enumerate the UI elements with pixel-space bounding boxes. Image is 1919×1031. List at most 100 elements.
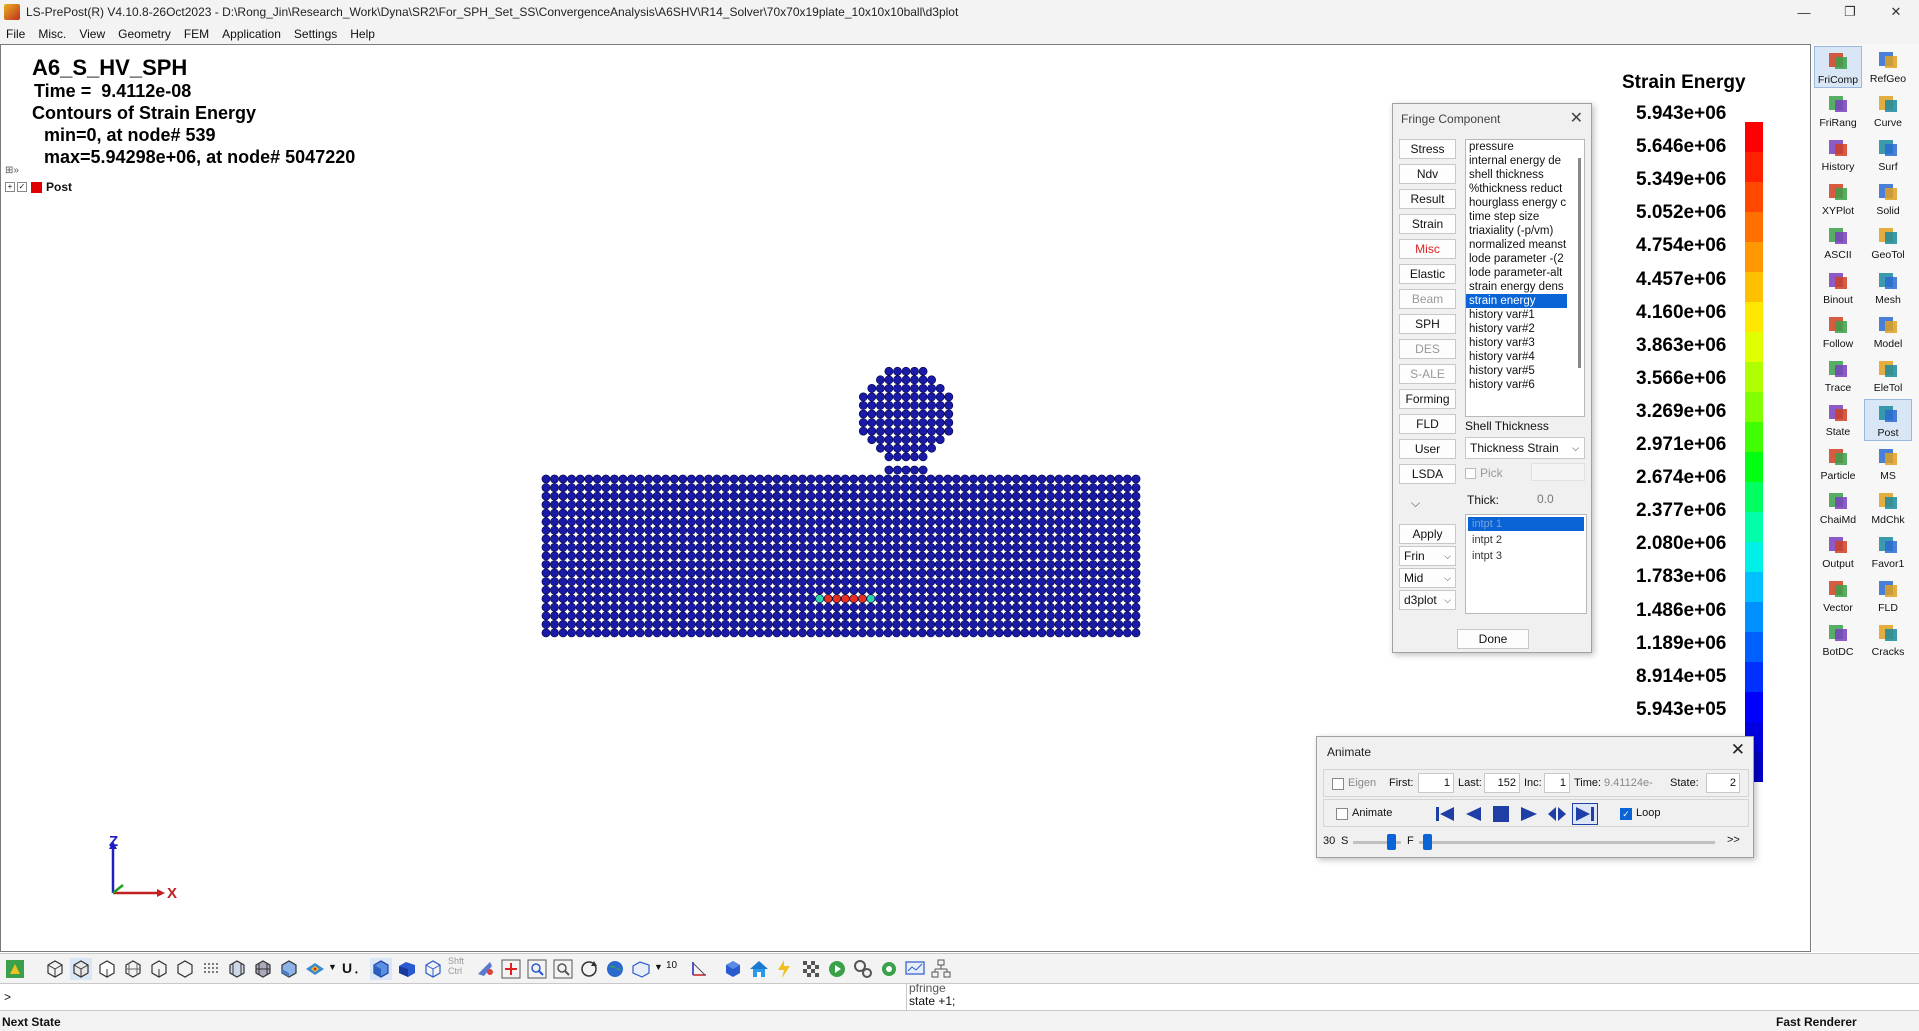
grid-cube-icon[interactable] [226, 958, 248, 980]
step-back-button[interactable] [1460, 803, 1486, 825]
maximize-button[interactable]: ❐ [1827, 0, 1873, 24]
toolbar-mdchk-button[interactable]: MdChk [1864, 487, 1912, 529]
fringe-category-forming-button[interactable]: Forming [1399, 389, 1456, 409]
view-dropdown-icon[interactable]: ▼ [654, 962, 663, 972]
hierarchy-icon[interactable] [930, 958, 952, 980]
last-frame-button[interactable] [1572, 803, 1598, 825]
play-button[interactable] [1516, 803, 1542, 825]
sphere-play-icon[interactable] [826, 958, 848, 980]
menu-geometry[interactable]: Geometry [118, 27, 171, 41]
layer-select[interactable]: Mid ⌵ [1399, 568, 1456, 588]
blue-cube-icon[interactable] [722, 958, 744, 980]
toolbar-output-button[interactable]: Output [1814, 531, 1862, 573]
speed-slider-thumb[interactable] [1387, 834, 1396, 850]
minimize-button[interactable]: — [1781, 0, 1827, 24]
fringe-list-item[interactable]: hourglass energy c [1466, 196, 1567, 210]
toolbar-curve-button[interactable]: Curve [1864, 90, 1912, 132]
toolbar-trace-button[interactable]: Trace [1814, 355, 1862, 397]
toolbar-ms-button[interactable]: MS [1864, 443, 1912, 485]
inc-input[interactable]: 1 [1544, 773, 1570, 793]
fringe-list-item[interactable]: history var#3 [1466, 336, 1567, 350]
fringe-list-item[interactable]: lode parameter -(2 [1466, 252, 1567, 266]
toolbar-mesh-button[interactable]: Mesh [1864, 267, 1912, 309]
bounce-button[interactable] [1544, 803, 1570, 825]
tree-checkbox-icon[interactable]: ✓ [17, 182, 27, 192]
shift-ctrl-indicator[interactable]: Shft Ctrl [448, 956, 464, 976]
home-icon[interactable] [748, 958, 770, 980]
menu-file[interactable]: File [6, 27, 25, 41]
hidden-line-cube-icon[interactable] [96, 958, 118, 980]
fringe-list-item[interactable]: pressure [1466, 140, 1567, 154]
tree-expand-box-icon[interactable]: + [5, 182, 15, 192]
green-gear-icon[interactable] [878, 958, 900, 980]
intpt-list[interactable]: intpt 1 intpt 2 intpt 3 [1465, 514, 1587, 614]
transparent-cube-icon[interactable] [422, 958, 444, 980]
expand-chevron-icon[interactable]: ⌵ [1411, 496, 1420, 511]
fringe-category-misc-button[interactable]: Misc [1399, 239, 1456, 259]
zoom-center-icon[interactable] [552, 958, 574, 980]
fringe-close-button[interactable]: ✕ [1570, 108, 1583, 128]
close-button[interactable]: ✕ [1873, 0, 1919, 24]
settings-gears-icon[interactable] [852, 958, 874, 980]
solid-grid-cube-icon[interactable] [252, 958, 274, 980]
state-input[interactable]: 2 [1706, 773, 1740, 793]
shaded-blue-cube-icon[interactable] [370, 958, 392, 980]
toolbar-frirang-button[interactable]: FriRang [1814, 90, 1862, 132]
toolbar-refgeo-button[interactable]: RefGeo [1864, 46, 1912, 88]
fringe-category-beam-button[interactable]: Beam [1399, 289, 1456, 309]
toolbar-particle-button[interactable]: Particle [1814, 443, 1862, 485]
eigen-checkbox[interactable] [1332, 778, 1344, 790]
menu-misc[interactable]: Misc. [38, 27, 66, 41]
fringe-list-item[interactable]: history var#5 [1466, 364, 1567, 378]
menu-fem[interactable]: FEM [184, 27, 209, 41]
point-cloud-icon[interactable] [200, 958, 222, 980]
toolbar-follow-button[interactable]: Follow [1814, 311, 1862, 353]
contour-map-icon[interactable] [304, 958, 326, 980]
fringe-list-item[interactable]: internal energy de [1466, 154, 1567, 168]
toolbar-solid-button[interactable]: Solid [1864, 178, 1912, 220]
intpt-item[interactable]: intpt 1 [1468, 517, 1584, 531]
fringe-cube-icon[interactable] [278, 958, 300, 980]
fringe-list-item[interactable]: lode parameter-alt [1466, 266, 1567, 280]
shaded-cube-icon[interactable] [70, 958, 92, 980]
fringe-list-item[interactable]: history var#6 [1466, 378, 1567, 392]
fringe-list-item[interactable]: normalized meanst [1466, 238, 1567, 252]
stop-button[interactable] [1488, 803, 1514, 825]
monitor-icon[interactable] [904, 958, 926, 980]
mesh-cube-icon[interactable] [122, 958, 144, 980]
fringe-component-list[interactable]: pressure internal energy de shell thicknes… [1465, 139, 1585, 417]
intpt-item[interactable]: intpt 2 [1468, 533, 1584, 547]
blue-box-icon[interactable] [396, 958, 418, 980]
pick-input[interactable] [1531, 463, 1585, 481]
undo-label[interactable]: U [342, 960, 352, 976]
fringe-category-fld-button[interactable]: FLD [1399, 414, 1456, 434]
toolbar-xyplot-button[interactable]: XYPlot [1814, 178, 1862, 220]
menu-view[interactable]: View [79, 27, 105, 41]
animate-close-button[interactable]: ✕ [1731, 740, 1745, 760]
fringe-category-elastic-button[interactable]: Elastic [1399, 264, 1456, 284]
fringe-list-item[interactable]: strain energy dens [1466, 280, 1567, 294]
toolbar-ascii-button[interactable]: ASCII [1814, 222, 1862, 264]
menu-application[interactable]: Application [222, 27, 281, 41]
fringe-category-strain-button[interactable]: Strain [1399, 214, 1456, 234]
intpt-item[interactable]: intpt 3 [1468, 549, 1584, 563]
number-label[interactable]: 10 [666, 960, 677, 971]
toolbar-favor1-button[interactable]: Favor1 [1864, 531, 1912, 573]
fringe-list-item[interactable]: time step size [1466, 210, 1567, 224]
feature-line-cube-icon[interactable] [148, 958, 170, 980]
command-prompt[interactable]: > [4, 990, 11, 1004]
fringe-category-lsda-button[interactable]: LSDA [1399, 464, 1456, 484]
fringe-category-user-button[interactable]: User [1399, 439, 1456, 459]
first-input[interactable]: 1 [1418, 773, 1454, 793]
toolbar-surf-button[interactable]: Surf [1864, 134, 1912, 176]
more-button[interactable]: >> [1727, 834, 1740, 846]
shell-thickness-select[interactable]: Thickness Strain ⌵ [1465, 437, 1585, 459]
wireframe-cube-icon[interactable] [44, 958, 66, 980]
zoom-box-icon[interactable] [526, 958, 548, 980]
toolbar-vector-button[interactable]: Vector [1814, 575, 1862, 617]
fringe-category-des-button[interactable]: DES [1399, 339, 1456, 359]
toolbar-post-button[interactable]: Post [1864, 398, 1912, 441]
frame-slider-thumb[interactable] [1423, 834, 1432, 850]
fringe-category-s-ale-button[interactable]: S-ALE [1399, 364, 1456, 384]
rotate-icon[interactable] [578, 958, 600, 980]
